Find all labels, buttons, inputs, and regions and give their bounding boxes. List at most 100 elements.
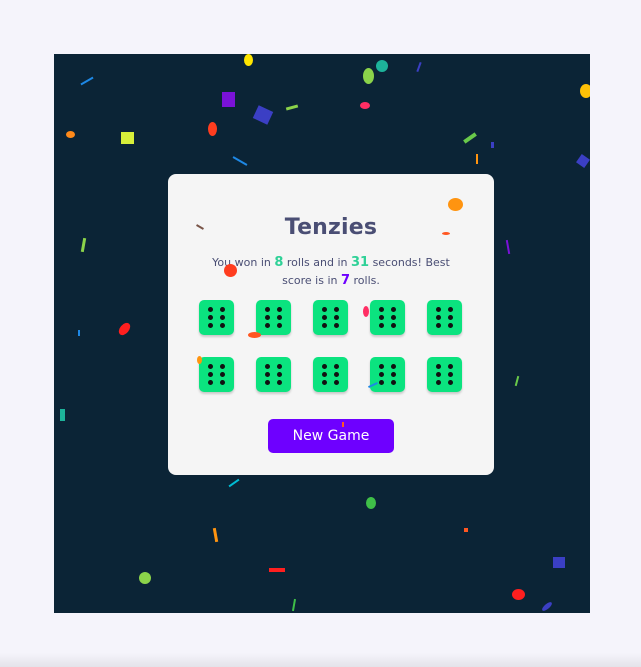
die-pip [379, 372, 384, 377]
win-message-text: You won in [212, 256, 275, 269]
die-pip [334, 372, 339, 377]
confetti-piece [476, 154, 478, 164]
confetti-piece [360, 102, 370, 109]
die-pip [277, 364, 282, 369]
confetti-piece [491, 142, 494, 148]
dice-grid [199, 300, 463, 392]
die-pip [277, 307, 282, 312]
best-score: 7 [340, 273, 351, 288]
confetti-piece [78, 330, 80, 336]
die-pip [208, 307, 213, 312]
confetti-piece [442, 232, 450, 235]
die[interactable] [199, 357, 234, 392]
confetti-piece [416, 61, 422, 73]
die[interactable] [313, 357, 348, 392]
die-pip [277, 315, 282, 320]
die-pip [391, 364, 396, 369]
die-pip [379, 323, 384, 328]
confetti-piece [448, 198, 463, 211]
die-pip [436, 364, 441, 369]
confetti-piece [228, 478, 240, 488]
confetti-piece [222, 92, 235, 107]
confetti-piece [252, 105, 274, 125]
die[interactable] [427, 300, 462, 335]
game-card: Tenzies You won in 8 rolls and in 31 sec… [168, 174, 494, 475]
die-pip [208, 315, 213, 320]
win-message-text: rolls and in [283, 256, 351, 269]
die-pip [208, 323, 213, 328]
die-pip [391, 315, 396, 320]
die-pip [322, 372, 327, 377]
die-pip [334, 315, 339, 320]
die[interactable] [256, 300, 291, 335]
die[interactable] [370, 300, 405, 335]
die-pip [448, 323, 453, 328]
die[interactable] [199, 300, 234, 335]
die[interactable] [313, 300, 348, 335]
confetti-piece [512, 589, 525, 600]
win-message-text: rolls. [350, 274, 380, 287]
confetti-piece [197, 356, 202, 364]
seconds-count: 31 [350, 255, 370, 270]
die-pip [334, 380, 339, 385]
confetti-piece [505, 239, 511, 255]
die-pip [220, 372, 225, 377]
die-pip [379, 315, 384, 320]
window-bottom-edge [0, 653, 641, 667]
confetti-piece [285, 104, 299, 111]
confetti-piece [224, 264, 237, 277]
die-pip [448, 315, 453, 320]
die-pip [208, 364, 213, 369]
confetti-piece [342, 422, 344, 427]
die-pip [322, 323, 327, 328]
confetti-piece [576, 154, 590, 168]
die-pip [265, 315, 270, 320]
die-pip [208, 380, 213, 385]
die-pip [322, 307, 327, 312]
win-message: You won in 8 rolls and in 31 seconds! Be… [198, 254, 464, 290]
confetti-piece [540, 600, 554, 613]
confetti-piece [232, 156, 248, 166]
confetti-piece [366, 497, 376, 509]
die-pip [220, 380, 225, 385]
die-pip [334, 307, 339, 312]
confetti-piece [116, 320, 133, 338]
die-pip [322, 380, 327, 385]
die-pip [265, 307, 270, 312]
die-pip [436, 380, 441, 385]
die[interactable] [256, 357, 291, 392]
die-pip [436, 315, 441, 320]
new-game-button[interactable]: New Game [268, 419, 394, 453]
die-pip [391, 307, 396, 312]
confetti-piece [376, 60, 388, 72]
confetti-piece [66, 131, 75, 138]
die-pip [220, 364, 225, 369]
confetti-piece [80, 76, 94, 86]
die[interactable] [427, 357, 462, 392]
die-pip [265, 364, 270, 369]
die-pip [277, 372, 282, 377]
die-pip [220, 307, 225, 312]
die-pip [379, 307, 384, 312]
confetti-piece [212, 527, 219, 543]
die-pip [208, 372, 213, 377]
die-pip [448, 307, 453, 312]
die-pip [277, 380, 282, 385]
confetti-piece [121, 132, 134, 144]
die-pip [379, 380, 384, 385]
die-pip [220, 323, 225, 328]
die-pip [436, 372, 441, 377]
die-pip [448, 380, 453, 385]
die-pip [322, 315, 327, 320]
die-pip [436, 323, 441, 328]
confetti-piece [80, 237, 87, 253]
die[interactable] [370, 357, 405, 392]
confetti-piece [363, 306, 369, 317]
confetti-piece [580, 84, 590, 98]
die-pip [391, 323, 396, 328]
game-background: Tenzies You won in 8 rolls and in 31 sec… [54, 54, 590, 613]
die-pip [277, 323, 282, 328]
die-pip [448, 372, 453, 377]
die-pip [391, 372, 396, 377]
die-pip [379, 364, 384, 369]
